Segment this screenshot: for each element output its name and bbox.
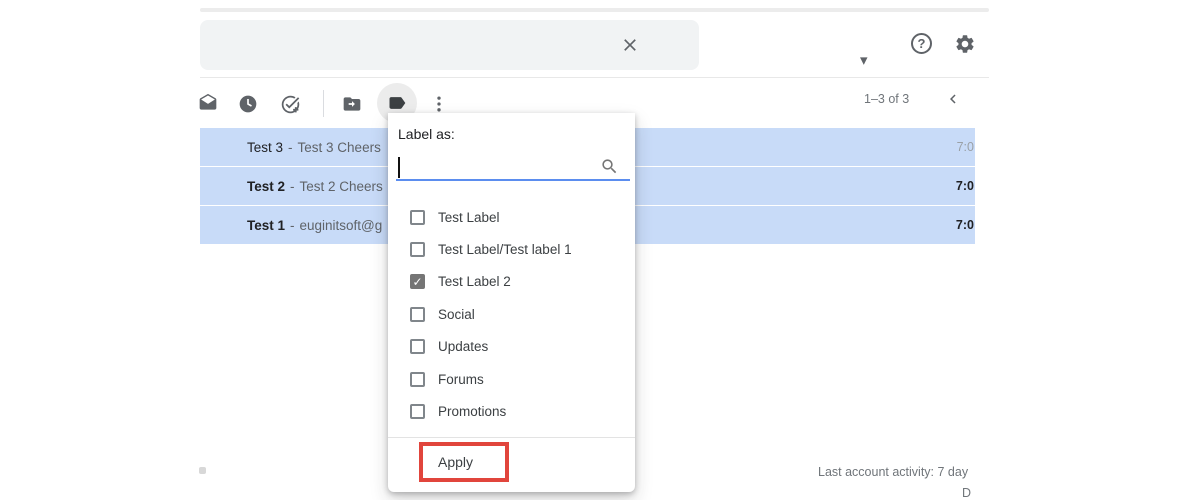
checkbox-unchecked[interactable]: ✓ xyxy=(410,242,425,258)
checkbox-unchecked[interactable]: ✓ xyxy=(410,371,425,387)
label-icon xyxy=(387,93,407,113)
settings-gear-icon[interactable] xyxy=(954,33,976,55)
label-option[interactable]: ✓ Social xyxy=(388,298,635,330)
header-divider xyxy=(200,77,989,78)
open-envelope-icon xyxy=(199,93,217,110)
check-plus-icon xyxy=(281,95,300,114)
help-icon[interactable]: ? xyxy=(911,33,932,54)
input-underline xyxy=(396,179,630,181)
email-time: 7:0 xyxy=(955,218,974,232)
label-option[interactable]: ✓ Test Label xyxy=(388,201,635,233)
checkbox-unchecked[interactable]: ✓ xyxy=(410,209,425,225)
email-snippet: euginitsoft@g xyxy=(299,217,383,233)
email-subject: Test 3 xyxy=(247,139,284,155)
email-dash: - xyxy=(290,178,295,194)
help-glyph: ? xyxy=(917,36,926,51)
label-option-text: Test Label/Test label 1 xyxy=(438,242,572,258)
email-dash: - xyxy=(290,217,295,233)
add-to-tasks-button[interactable] xyxy=(280,94,300,114)
email-time: 7:0 xyxy=(955,179,974,193)
menu-divider xyxy=(388,437,635,438)
label-option[interactable]: ✓ Test Label/Test label 1 xyxy=(388,233,635,265)
last-account-activity: Last account activity: 7 day xyxy=(818,465,969,479)
clock-icon xyxy=(239,95,257,113)
label-as-menu: Label as: ✓ Test Label ✓ Test Label/Test… xyxy=(388,113,635,492)
checkbox-unchecked[interactable]: ✓ xyxy=(410,339,425,355)
checkbox-unchecked[interactable]: ✓ xyxy=(410,404,425,420)
email-time: 7:0 xyxy=(956,140,974,154)
corner-artifact xyxy=(199,467,206,474)
label-option-text: Test Label 2 xyxy=(438,274,511,290)
label-list: ✓ Test Label ✓ Test Label/Test label 1 ✓… xyxy=(388,201,635,428)
email-subject: Test 2 xyxy=(247,178,286,194)
email-dash: - xyxy=(288,139,293,155)
label-search-input[interactable] xyxy=(396,153,630,181)
checkbox-unchecked[interactable]: ✓ xyxy=(410,306,425,322)
snooze-button[interactable] xyxy=(238,94,258,114)
clear-search-icon[interactable] xyxy=(617,32,643,58)
label-as-title: Label as: xyxy=(398,126,455,142)
label-option[interactable]: ✓ Promotions xyxy=(388,395,635,427)
more-vert-icon xyxy=(437,96,441,112)
toolbar-divider xyxy=(323,90,324,117)
apply-button[interactable]: Apply xyxy=(438,454,473,470)
close-icon xyxy=(624,39,636,51)
move-to-button[interactable] xyxy=(342,94,362,114)
email-snippet: Test 3 Cheers xyxy=(297,139,381,155)
details-link-partial[interactable]: D xyxy=(962,486,971,500)
newer-page-button[interactable] xyxy=(944,90,962,108)
pagination-count: 1–3 of 3 xyxy=(864,92,910,106)
label-option-text: Forums xyxy=(438,371,484,387)
top-edge-bar xyxy=(200,8,989,12)
search-options-caret-icon[interactable]: ▾ xyxy=(860,53,868,68)
label-option[interactable]: ✓ Forums xyxy=(388,363,635,395)
label-option-text: Updates xyxy=(438,339,489,355)
folder-move-icon xyxy=(343,97,361,111)
label-option-text: Social xyxy=(438,306,475,322)
label-option-text: Test Label xyxy=(438,209,500,225)
email-subject: Test 1 xyxy=(247,217,286,233)
gmail-screen: ▾ ? 1–3 of 3 Test 3 - Test 3 Cheers 7:0 … xyxy=(0,0,1200,500)
label-option[interactable]: ✓ Test Label 2 xyxy=(388,266,635,298)
label-option-text: Promotions xyxy=(438,404,507,420)
search-bar[interactable]: ▾ xyxy=(200,20,868,70)
label-option[interactable]: ✓ Updates xyxy=(388,331,635,363)
chevron-left-icon xyxy=(950,94,956,104)
text-cursor xyxy=(398,157,400,178)
mark-as-read-button[interactable] xyxy=(198,93,218,113)
more-options-button[interactable] xyxy=(429,94,449,114)
email-snippet: Test 2 Cheers xyxy=(299,178,383,194)
search-icon xyxy=(600,157,619,176)
checkbox-checked[interactable]: ✓ xyxy=(410,274,425,290)
